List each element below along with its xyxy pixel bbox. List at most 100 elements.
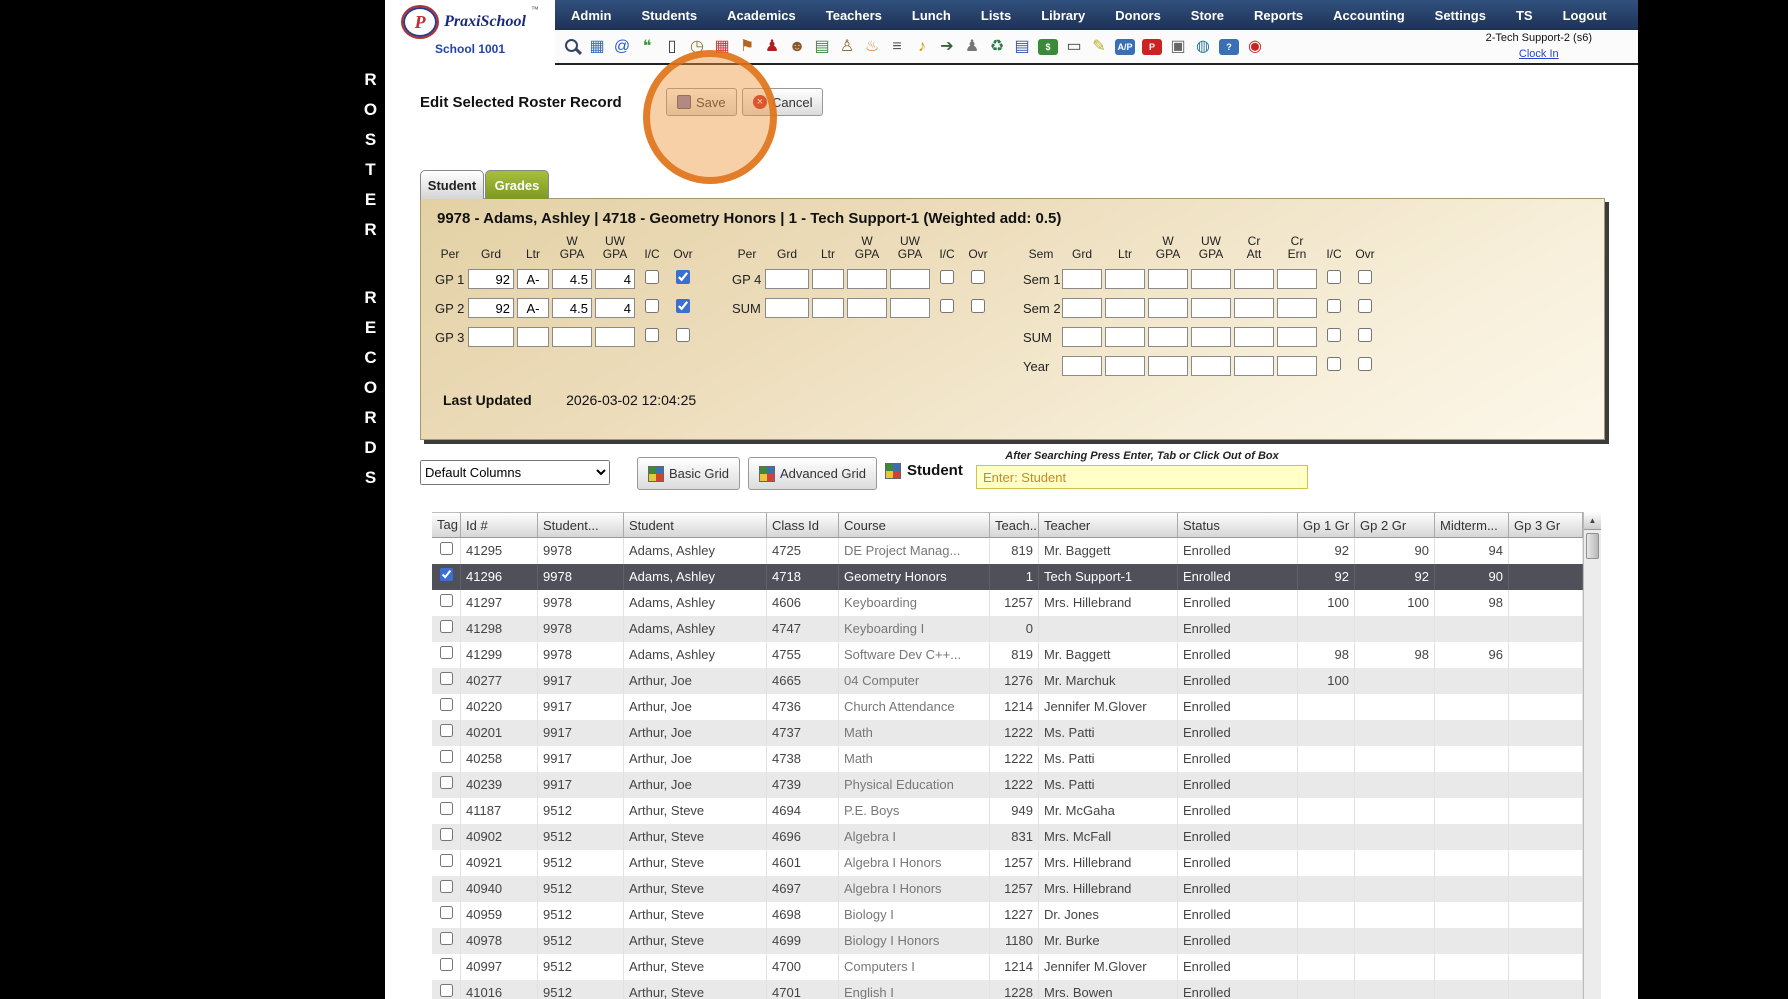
column-header[interactable]: Gp 2 Gr [1355,512,1435,538]
column-header[interactable]: Tag [432,512,461,538]
lunch-icon[interactable]: ♨ [861,35,883,59]
ovr-checkbox[interactable] [676,270,690,284]
payment-icon[interactable]: $ [1038,39,1058,55]
tag-checkbox[interactable] [440,854,453,867]
ap-icon[interactable]: A/P [1115,39,1135,55]
clock-icon[interactable]: ◷ [686,35,708,59]
grade-input[interactable] [552,269,592,289]
column-header[interactable]: Class Id [767,512,839,538]
ic-checkbox[interactable] [1327,299,1341,313]
save-button[interactable]: Save [666,88,737,116]
grade-input[interactable] [1234,269,1274,289]
grade-input[interactable] [517,269,549,289]
tab-student[interactable]: Student [420,170,484,199]
table-row[interactable]: 411879512Arthur, Steve4694P.E. Boys949Mr… [432,798,1601,824]
ic-checkbox[interactable] [940,270,954,284]
tag-checkbox[interactable] [440,984,453,997]
column-header[interactable]: Midterm... [1435,512,1509,538]
tag-checkbox[interactable] [440,906,453,919]
column-header[interactable]: Gp 1 Gr [1298,512,1355,538]
basic-grid-button[interactable]: Basic Grid [637,457,740,490]
horn-icon[interactable]: ♪ [911,35,933,59]
grade-input[interactable] [1191,356,1231,376]
tag-checkbox[interactable] [440,750,453,763]
ic-checkbox[interactable] [1327,328,1341,342]
grade-input[interactable] [1105,269,1145,289]
grade-input[interactable] [1148,298,1188,318]
nav-item-settings[interactable]: Settings [1423,8,1498,23]
chat-icon[interactable]: ❝ [636,35,658,59]
ovr-checkbox[interactable] [1358,357,1372,371]
column-header[interactable]: Gp 3 Gr [1509,512,1583,538]
table-row[interactable]: 412999978Adams, Ashley4755Software Dev C… [432,642,1601,668]
table-row[interactable]: 409599512Arthur, Steve4698Biology I1227D… [432,902,1601,928]
email-icon[interactable]: @ [611,35,633,59]
ic-checkbox[interactable] [940,299,954,313]
highlighter-icon[interactable]: ✎ [1088,35,1110,59]
table-row[interactable]: 409219512Arthur, Steve4601Algebra I Hono… [432,850,1601,876]
ic-checkbox[interactable] [645,299,659,313]
nav-item-teachers[interactable]: Teachers [814,8,894,23]
column-header[interactable]: Id # [461,512,538,538]
tag-checkbox[interactable] [440,542,453,555]
table-row[interactable]: 402399917Arthur, Joe4739Physical Educati… [432,772,1601,798]
grade-input[interactable] [1191,298,1231,318]
grade-input[interactable] [595,298,635,318]
tag-checkbox[interactable] [440,880,453,893]
scrollbar-up-button[interactable]: ▲ [1584,512,1601,530]
nav-item-donors[interactable]: Donors [1103,8,1173,23]
column-header[interactable]: Student... [538,512,624,538]
pdf-icon[interactable]: P [1142,39,1162,55]
tag-checkbox[interactable] [440,958,453,971]
advanced-grid-button[interactable]: Advanced Grid [748,457,877,490]
grade-input[interactable] [812,298,844,318]
grade-input[interactable] [468,298,514,318]
tag-checkbox[interactable] [440,932,453,945]
table-row[interactable]: 409789512Arthur, Steve4699Biology I Hono… [432,928,1601,954]
ic-checkbox[interactable] [1327,270,1341,284]
grade-input[interactable] [595,327,635,347]
table-row[interactable]: 402589917Arthur, Joe4738Math1222Ms. Patt… [432,746,1601,772]
nav-item-lunch[interactable]: Lunch [900,8,963,23]
grade-input[interactable] [1277,269,1317,289]
nav-item-academics[interactable]: Academics [715,8,808,23]
power-icon[interactable]: ◉ [1244,35,1266,59]
grade-input[interactable] [552,298,592,318]
tag-checkbox[interactable] [440,568,453,581]
keyboard-icon[interactable]: ▭ [1063,35,1085,59]
tag-checkbox[interactable] [440,594,453,607]
grade-input[interactable] [1062,269,1102,289]
column-header[interactable]: Teacher [1039,512,1178,538]
export-icon[interactable]: ➔ [936,35,958,59]
column-header[interactable]: Teach... [990,512,1039,538]
table-row[interactable]: 412969978Adams, Ashley4718Geometry Honor… [432,564,1601,590]
ovr-checkbox[interactable] [676,299,690,313]
nav-item-store[interactable]: Store [1179,8,1236,23]
people-icon[interactable]: ☻ [786,35,808,59]
attendance-grid-icon[interactable]: ▦ [586,35,608,59]
tag-checkbox[interactable] [440,672,453,685]
table-row[interactable]: 409979512Arthur, Steve4700Computers I121… [432,954,1601,980]
nav-item-ts[interactable]: TS [1504,8,1545,23]
table-row[interactable]: 412979978Adams, Ashley4606Keyboarding125… [432,590,1601,616]
grade-input[interactable] [1277,327,1317,347]
ic-checkbox[interactable] [1327,357,1341,371]
table-row[interactable]: 402209917Arthur, Joe4736Church Attendanc… [432,694,1601,720]
grade-input[interactable] [517,298,549,318]
grade-input[interactable] [1105,298,1145,318]
ic-checkbox[interactable] [645,270,659,284]
tag-checkbox[interactable] [440,802,453,815]
tag-checkbox[interactable] [440,646,453,659]
column-header[interactable]: Status [1178,512,1298,538]
notes-icon[interactable]: ▤ [811,35,833,59]
grade-input[interactable] [1234,327,1274,347]
grade-input[interactable] [1148,327,1188,347]
table-row[interactable]: 402019917Arthur, Joe4737Math1222Ms. Patt… [432,720,1601,746]
grade-input[interactable] [1234,298,1274,318]
nav-item-students[interactable]: Students [629,8,709,23]
person-search-icon[interactable]: ♙ [836,35,858,59]
mobile-icon[interactable]: ▯ [661,35,683,59]
grade-input[interactable] [1148,269,1188,289]
grade-input[interactable] [468,269,514,289]
nav-item-reports[interactable]: Reports [1242,8,1315,23]
